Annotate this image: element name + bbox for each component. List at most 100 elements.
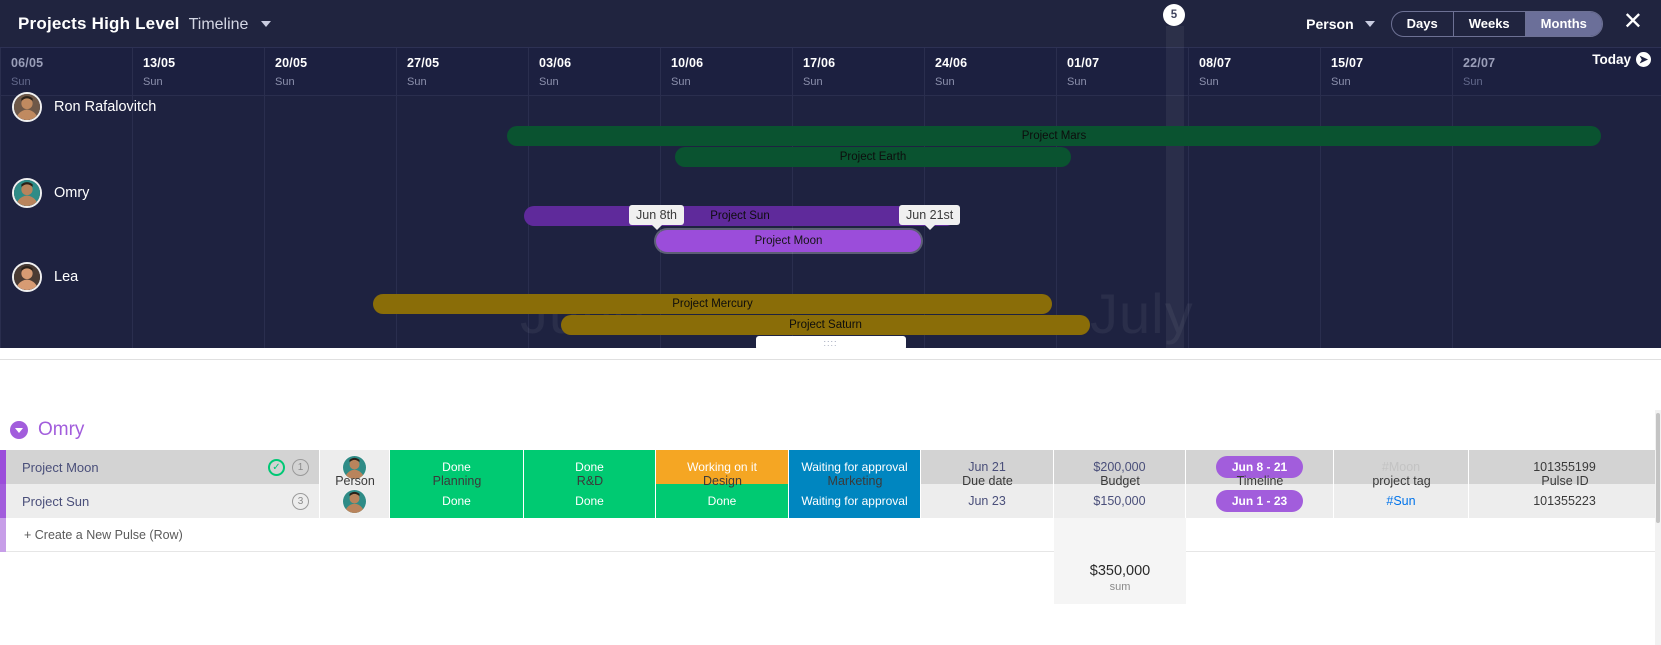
timeline-day-label: Sun [671,76,691,88]
timeline-date-tooltip: Jun 8th [629,205,685,225]
zoom-months-button[interactable]: Months [1525,11,1602,36]
timeline-date-label: 22/07 [1463,56,1496,70]
timeline-day-label: Sun [1463,76,1483,88]
panel-splitter[interactable] [0,348,1661,360]
timeline-date-column: 08/07 Sun [1188,48,1320,96]
budget-sum-value: $350,000 [1089,563,1151,579]
timeline-day-label: Sun [1199,76,1219,88]
avatar[interactable] [12,178,42,208]
timeline-bar[interactable]: Project Earth [675,147,1071,167]
avatar[interactable] [12,262,42,292]
budget-sum-label: sum [1109,581,1131,593]
timeline-date-column: 22/07 Sun [1452,48,1584,96]
person-filter-dropdown[interactable]: Person [1306,15,1375,32]
timeline-gridline [132,96,133,348]
column-header[interactable]: project tag [1334,468,1469,494]
timeline-date-tooltip: Jun 21st [899,205,961,225]
budget-sum-box: $350,000 sum [1054,552,1186,604]
timeline-date-label: 03/06 [539,56,572,70]
column-header[interactable]: Due date [921,468,1054,494]
timeline-date-label: 20/05 [275,56,308,70]
avatar[interactable] [12,92,42,122]
timeline-date-column: 13/05 Sun [132,48,264,96]
pulse-id: 101355223 [1533,494,1596,508]
scrollbar-thumb[interactable] [1656,413,1660,523]
timeline-header: Projects High Level Timeline Person Days… [0,0,1661,48]
timeline-body: JuneJulyRon RafalovitchOmryLeaProject Ma… [0,92,1661,348]
timeline-person-name: Ron Rafalovitch [54,99,157,115]
timeline-person-name: Omry [54,185,90,201]
timeline-date-label: 08/07 [1199,56,1232,70]
today-label: Today [1592,52,1631,67]
timeline-date-column: 03/06 Sun [528,48,660,96]
timeline-day-label: Sun [539,76,559,88]
vertical-scrollbar[interactable] [1655,410,1661,645]
timeline-date-column: 15/07 Sun [1320,48,1452,96]
timeline-date-column: 20/05 Sun [264,48,396,96]
timeline-date-column: 17/06 Sun [792,48,924,96]
timeline-bar[interactable]: Project Saturn [561,315,1090,335]
drag-dots: :::: [823,338,838,348]
today-badge[interactable]: 5 [1163,4,1185,26]
today-jump-button[interactable]: Today ➤ [1592,52,1651,67]
timeline-day-label: Sun [407,76,427,88]
close-icon[interactable]: ✕ [1619,10,1647,37]
board-title-sub: Timeline [188,15,249,33]
timeline-day-label: Sun [143,76,163,88]
zoom-level-segmented-control: Days Weeks Months [1390,10,1603,37]
chevron-down-icon [1364,20,1375,27]
timeline-bar[interactable]: Project Mars [507,126,1601,146]
column-header[interactable]: Pulse ID [1469,468,1661,494]
chevron-down-icon[interactable] [10,421,28,439]
timeline-day-label: Sun [275,76,295,88]
today-highlight-line [1166,26,1184,348]
timeline-date-label: 24/06 [935,56,968,70]
board-title-main: Projects High Level [18,13,180,33]
timeline-person-row[interactable]: Ron Rafalovitch [12,92,156,122]
timeline-date-label: 15/07 [1331,56,1364,70]
timeline-gridline [264,96,265,348]
person-filter-label: Person [1306,15,1354,32]
board-title[interactable]: Projects High Level Timeline [0,13,272,34]
timeline-day-label: Sun [1331,76,1351,88]
column-header[interactable]: Planning [390,468,524,494]
zoom-days-button[interactable]: Days [1392,11,1454,36]
timeline-day-label: Sun [935,76,955,88]
timeline-date-column: 06/05 Sun [0,48,132,96]
timeline-panel: Projects High Level Timeline Person Days… [0,0,1661,348]
create-new-pulse-label: + Create a New Pulse (Row) [24,527,183,542]
column-header[interactable]: R&D [524,468,656,494]
timeline-date-label: 17/06 [803,56,836,70]
timeline-person-row[interactable]: Omry [12,178,89,208]
column-header[interactable]: Budget [1054,468,1186,494]
column-header[interactable]: Marketing [789,468,921,494]
chevron-down-icon[interactable] [261,20,272,27]
timeline-bar[interactable]: Project Moon [656,230,921,252]
create-new-pulse-row[interactable]: + Create a New Pulse (Row) [0,517,1661,552]
group-name: Omry [38,419,85,440]
update-count-badge[interactable]: 3 [292,492,309,510]
timeline-day-label: Sun [11,76,31,88]
column-header[interactable] [0,468,320,494]
timeline-gridline [0,96,1,348]
group-header-omry[interactable]: Omry [0,410,1661,450]
project-tag: #Sun [1386,494,1416,508]
row-name: Project Sun [22,493,90,509]
column-header[interactable]: Design [656,468,789,494]
timeline-date-column: 24/06 Sun [924,48,1056,96]
timeline-person-row[interactable]: Lea [12,262,78,292]
arrow-right-icon: ➤ [1636,52,1651,67]
timeline-date-header: 06/05 Sun 13/05 Sun 20/05 Sun 27/05 Sun 03/06 Sun… [0,48,1661,96]
table-column-headers: Person Planning R&D Design Marketing Due date… [0,468,1661,494]
column-header[interactable]: Timeline [1186,468,1334,494]
drag-handle-icon[interactable]: :::: [755,336,906,348]
timeline-person-name: Lea [54,269,79,285]
timeline-header-controls: Person Days Weeks Months ✕ [1306,10,1661,37]
column-header[interactable]: Person [320,468,390,494]
timeline-date-column: 27/05 Sun [396,48,528,96]
timeline-date-label: 06/05 [11,56,44,70]
timeline-bar[interactable]: Project Mercury [373,294,1052,314]
timeline-date-label: 27/05 [407,56,440,70]
zoom-weeks-button[interactable]: Weeks [1454,11,1526,36]
timeline-bar[interactable]: Project Sun [524,206,956,226]
